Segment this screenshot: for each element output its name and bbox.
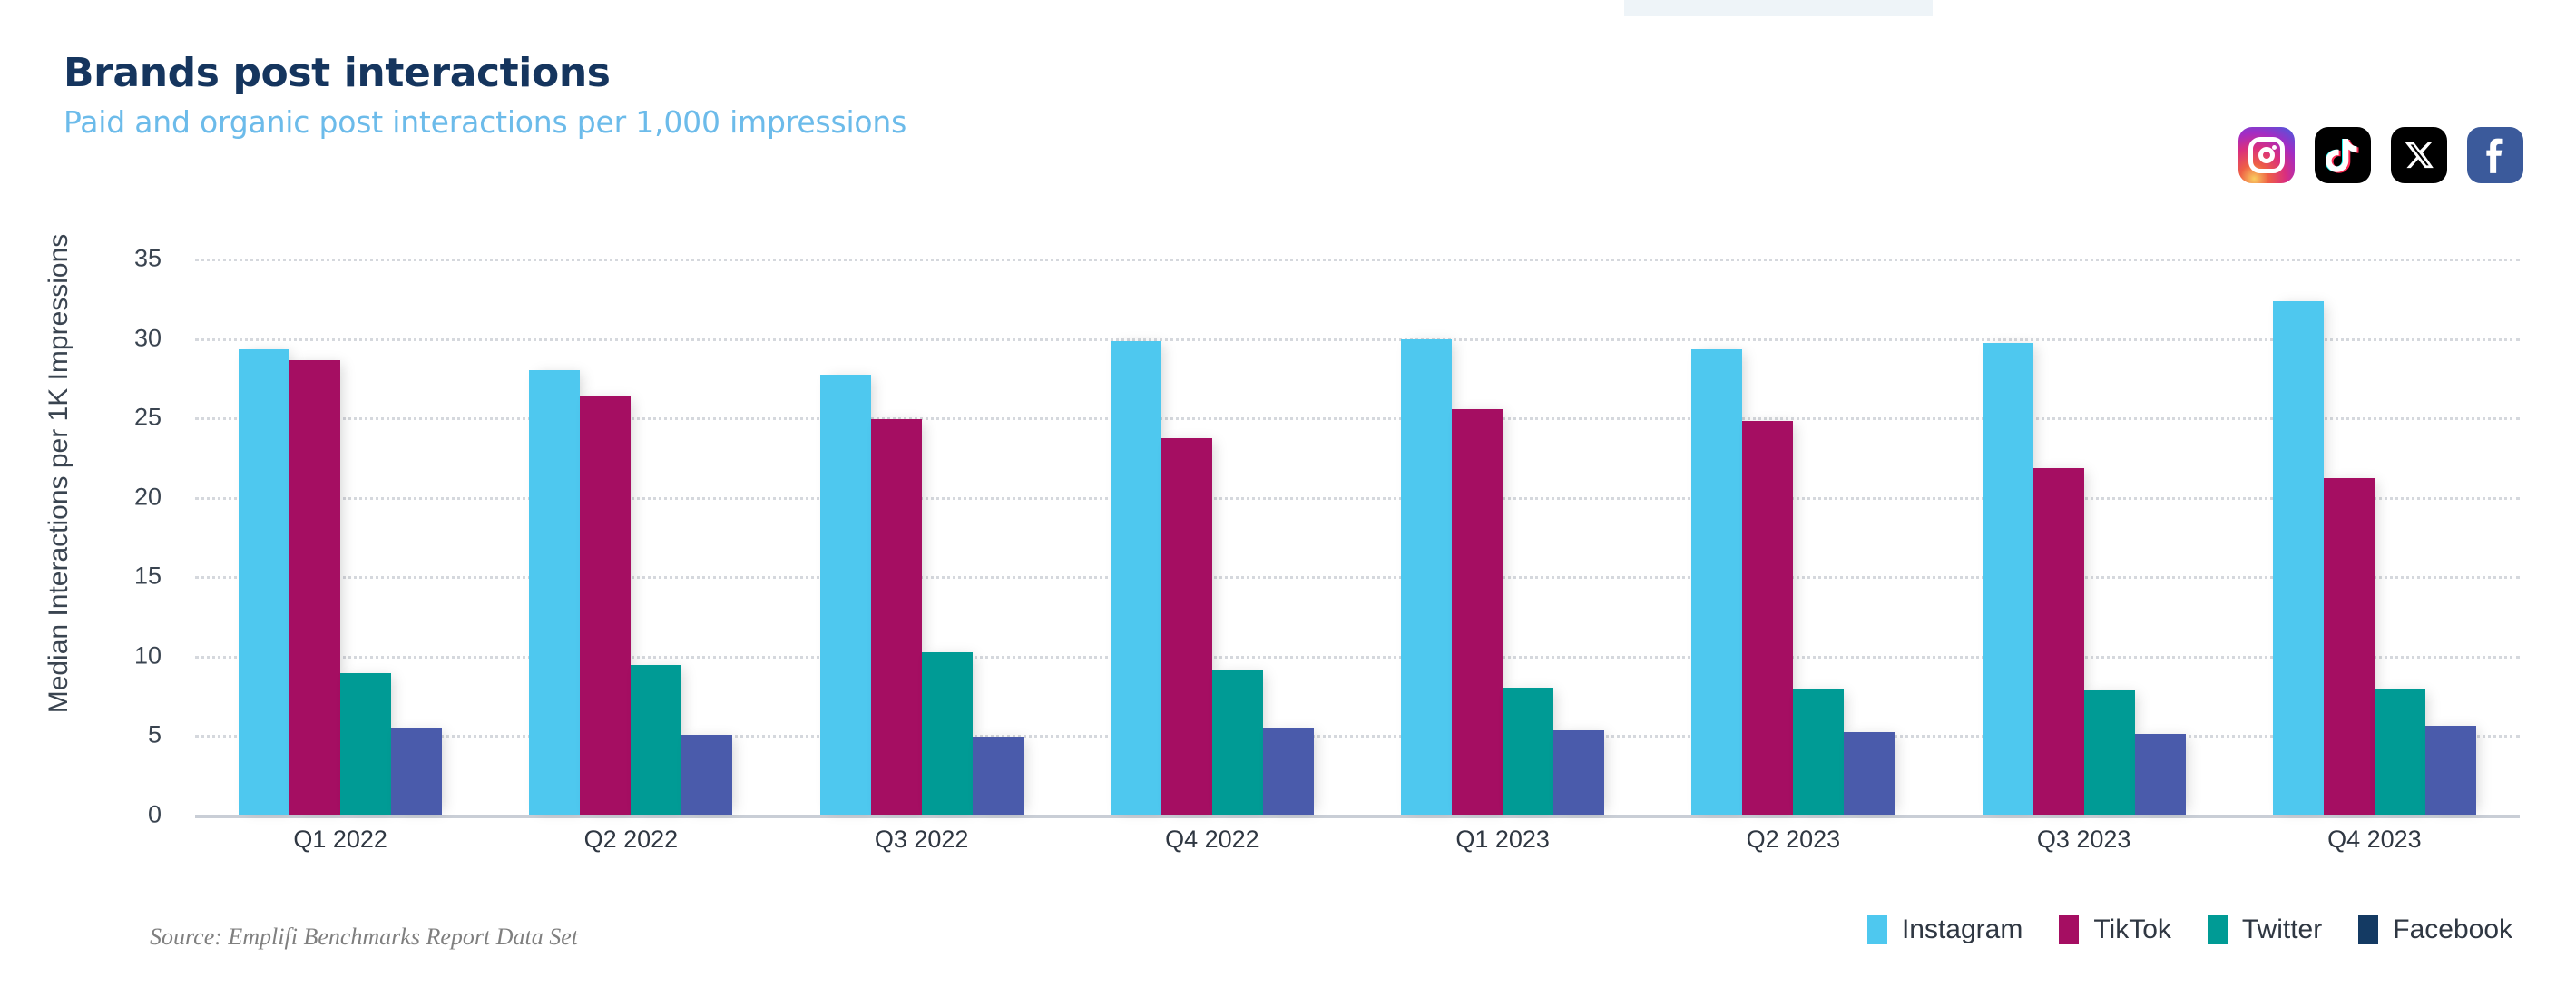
legend-label: TikTok xyxy=(2093,914,2171,944)
y-tick-label: 35 xyxy=(133,244,162,272)
bar-tiktok-q2-2022[interactable] xyxy=(580,396,632,815)
y-tick-label: 20 xyxy=(133,483,162,511)
bar-twitter-q2-2023[interactable] xyxy=(1793,689,1845,815)
bar-facebook-q2-2023[interactable] xyxy=(1844,731,1895,815)
bar-tiktok-q2-2023[interactable] xyxy=(1742,420,1794,815)
bar-facebook-q2-2022[interactable] xyxy=(681,735,733,815)
bar-group xyxy=(485,259,776,815)
bar-facebook-q4-2023[interactable] xyxy=(2424,725,2476,815)
top-strip xyxy=(1624,0,1933,16)
x-tick-label: Q2 2023 xyxy=(1746,826,1841,853)
y-tick-label: 0 xyxy=(147,800,162,828)
x-tick-label: Q4 2022 xyxy=(1165,826,1259,853)
gridline xyxy=(195,337,2520,341)
x-axis-labels: Q1 2022 Q2 2022 Q3 2022 Q4 2022 Q1 2023 Q2 20… xyxy=(195,826,2520,871)
bar-tiktok-q4-2023[interactable] xyxy=(2323,477,2375,815)
legend-swatch xyxy=(2059,915,2080,944)
bar-group xyxy=(1357,259,1648,815)
bar-twitter-q4-2023[interactable] xyxy=(2374,689,2425,815)
social-icons-group xyxy=(2238,127,2523,183)
axis-baseline xyxy=(195,815,2520,818)
y-tick-label: 15 xyxy=(133,562,162,590)
bar-twitter-q1-2022[interactable] xyxy=(340,673,392,815)
x-tick-label: Q2 2022 xyxy=(583,826,679,853)
bar-twitter-q4-2022[interactable] xyxy=(1211,670,1263,815)
legend-swatch xyxy=(1866,915,1887,944)
bar-tiktok-q3-2022[interactable] xyxy=(870,418,922,815)
bar-twitter-q1-2023[interactable] xyxy=(1503,687,1554,815)
gridline xyxy=(195,576,2520,580)
x-tick-label: Q3 2022 xyxy=(874,826,969,853)
y-tick-label: 5 xyxy=(147,720,162,748)
legend-swatch xyxy=(2358,915,2379,944)
bar-tiktok-q4-2022[interactable] xyxy=(1161,437,1212,815)
bar-twitter-q2-2022[interactable] xyxy=(631,665,682,815)
bar-instagram-q3-2023[interactable] xyxy=(1982,342,2033,815)
x-tick-label: Q4 2023 xyxy=(2327,826,2422,853)
y-axis-ticks: 0 5 10 15 20 25 30 35 xyxy=(109,0,162,1007)
page-title: Brands post interactions xyxy=(64,50,611,96)
source-note: Source: Emplifi Benchmarks Report Data S… xyxy=(150,924,578,950)
bar-facebook-q1-2022[interactable] xyxy=(391,728,443,815)
bar-group xyxy=(2229,259,2520,815)
bar-instagram-q4-2023[interactable] xyxy=(2272,301,2324,815)
gridline xyxy=(195,417,2520,421)
legend-label: Twitter xyxy=(2241,914,2323,944)
gridline xyxy=(195,259,2520,261)
legend-item-twitter[interactable]: Twitter xyxy=(2207,914,2323,945)
bar-instagram-q2-2023[interactable] xyxy=(1691,348,1743,815)
x-icon xyxy=(2391,127,2447,183)
instagram-icon xyxy=(2238,127,2295,183)
gridline xyxy=(195,496,2520,500)
bar-facebook-q1-2023[interactable] xyxy=(1553,730,1605,815)
bar-groups xyxy=(195,259,2520,815)
x-tick-label: Q1 2022 xyxy=(293,826,387,853)
chart-plot-area: Median Interactions per 1K Impressions 0… xyxy=(0,0,2576,1007)
x-tick-label: Q3 2023 xyxy=(2036,826,2131,853)
legend-item-instagram[interactable]: Instagram xyxy=(1866,914,2023,945)
bar-instagram-q2-2022[interactable] xyxy=(529,369,581,815)
y-tick-label: 10 xyxy=(133,641,162,670)
y-tick-label: 25 xyxy=(133,403,162,431)
bar-group xyxy=(1939,259,2229,815)
bar-instagram-q1-2022[interactable] xyxy=(239,348,290,815)
tiktok-icon xyxy=(2315,127,2371,183)
legend-swatch xyxy=(2207,915,2228,944)
facebook-icon xyxy=(2467,127,2523,183)
legend-label: Instagram xyxy=(1901,914,2023,944)
gridline xyxy=(195,735,2520,738)
legend-item-tiktok[interactable]: TikTok xyxy=(2059,914,2171,945)
bar-instagram-q1-2023[interactable] xyxy=(1401,339,1453,815)
page-subtitle: Paid and organic post interactions per 1… xyxy=(64,104,907,141)
y-axis-title: Median Interactions per 1K Impressions xyxy=(44,233,73,714)
bar-group xyxy=(1067,259,1357,815)
bar-group xyxy=(195,259,485,815)
bar-tiktok-q3-2023[interactable] xyxy=(2032,468,2084,815)
bar-instagram-q3-2022[interactable] xyxy=(819,374,871,815)
bar-tiktok-q1-2023[interactable] xyxy=(1452,409,1503,815)
gridline xyxy=(195,655,2520,659)
bar-instagram-q4-2022[interactable] xyxy=(1110,341,1161,815)
legend-item-facebook[interactable]: Facebook xyxy=(2358,914,2512,945)
bar-twitter-q3-2022[interactable] xyxy=(921,652,973,815)
y-tick-label: 30 xyxy=(133,324,162,352)
chart-header: Brands post interactions Paid and organi… xyxy=(64,50,907,141)
bar-tiktok-q1-2022[interactable] xyxy=(289,360,341,815)
bar-facebook-q3-2022[interactable] xyxy=(972,737,1024,815)
bar-group xyxy=(1648,259,1938,815)
bar-twitter-q3-2023[interactable] xyxy=(2083,690,2135,815)
x-tick-label: Q1 2023 xyxy=(1455,826,1550,853)
legend-label: Facebook xyxy=(2393,914,2512,944)
bar-facebook-q3-2023[interactable] xyxy=(2134,733,2186,815)
chart-legend: Instagram TikTok Twitter Facebook xyxy=(1866,914,2512,945)
bar-facebook-q4-2022[interactable] xyxy=(1262,728,1314,815)
bar-group xyxy=(777,259,1067,815)
